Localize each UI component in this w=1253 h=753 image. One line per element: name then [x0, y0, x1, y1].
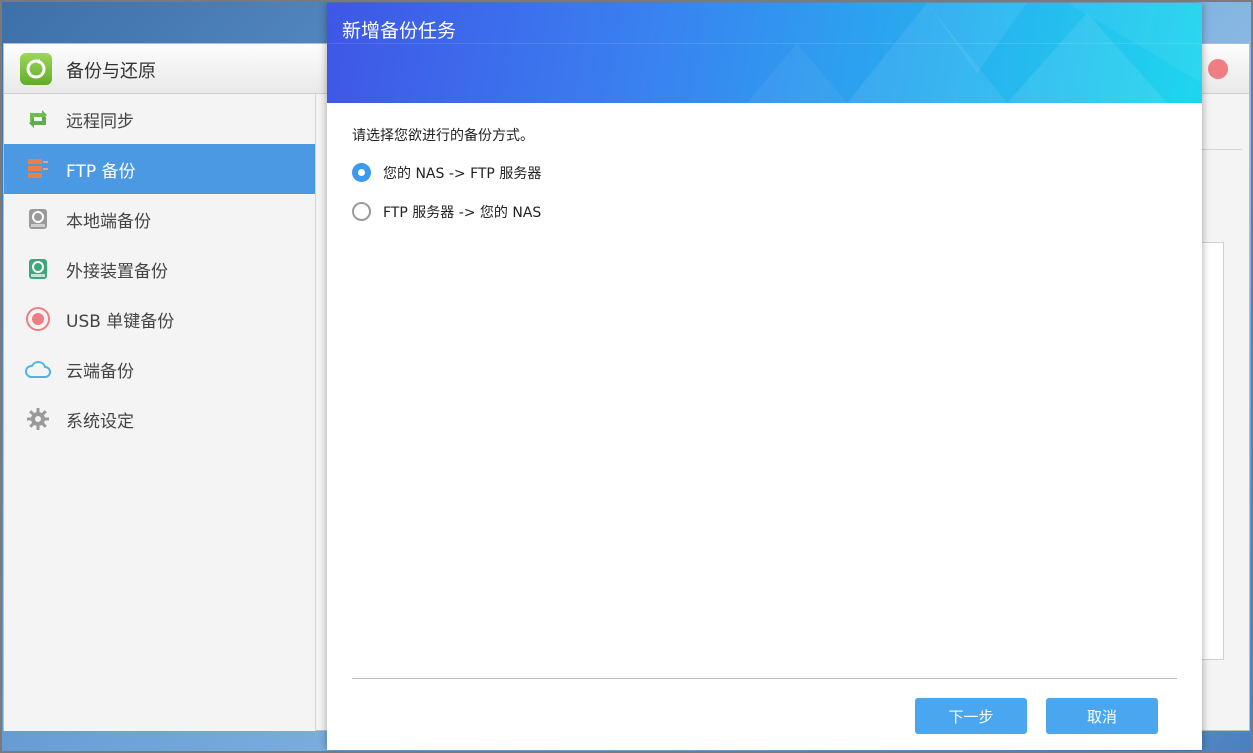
cancel-button[interactable]: 取消	[1046, 698, 1158, 734]
next-button[interactable]: 下一步	[915, 698, 1027, 734]
gear-icon	[24, 405, 52, 433]
window-close-button[interactable]	[1208, 59, 1228, 79]
option-label: 您的 NAS -> FTP 服务器	[383, 165, 542, 182]
usb-button-icon	[24, 305, 52, 333]
backup-method-prompt: 请选择您欲进行的备份方式。	[352, 128, 534, 144]
new-backup-task-dialog: 新增备份任务 请选择您欲进行的备份方式。 您的 NAS -> FTP 服务器 F…	[327, 3, 1202, 750]
dialog-header: 新增备份任务	[327, 3, 1202, 103]
sidebar-item-label: 外接装置备份	[66, 261, 168, 282]
sidebar-item-label: USB 单键备份	[66, 311, 175, 332]
app-title: 备份与还原	[66, 61, 156, 82]
dialog-title: 新增备份任务	[342, 20, 457, 42]
sidebar-item-label: 远程同步	[66, 111, 134, 132]
radio-nas-to-ftp[interactable]	[352, 163, 371, 182]
option-nas-to-ftp[interactable]: 您的 NAS -> FTP 服务器	[352, 162, 1177, 183]
sidebar-item-ftp-backup[interactable]: FTP 备份	[4, 144, 315, 194]
sidebar-item-label: 系统设定	[66, 411, 134, 432]
footer-divider	[352, 678, 1177, 679]
sidebar-item-label: 云端备份	[66, 361, 134, 382]
ftp-server-icon	[24, 155, 52, 183]
sidebar: 远程同步 FTP 备份 本地端备份 外接装置备份 USB 单键备份 云端备份 系…	[4, 94, 316, 731]
sidebar-item-system-settings[interactable]: 系统设定	[4, 394, 315, 444]
sidebar-item-remote-sync[interactable]: 远程同步	[4, 94, 315, 144]
option-ftp-to-nas[interactable]: FTP 服务器 -> 您的 NAS	[352, 201, 1177, 222]
cloud-icon	[24, 355, 52, 383]
sidebar-item-cloud-backup[interactable]: 云端备份	[4, 344, 315, 394]
divider	[1197, 149, 1242, 150]
sidebar-item-usb-backup[interactable]: USB 单键备份	[4, 294, 315, 344]
local-disk-icon	[24, 205, 52, 233]
external-disk-icon	[24, 255, 52, 283]
sidebar-item-label: FTP 备份	[66, 161, 136, 182]
sidebar-item-external-backup[interactable]: 外接装置备份	[4, 244, 315, 294]
backup-app-logo-icon	[20, 53, 52, 85]
header-decoration	[327, 3, 1202, 103]
dialog-body: 请选择您欲进行的备份方式。 您的 NAS -> FTP 服务器 FTP 服务器 …	[352, 125, 1177, 222]
sidebar-item-label: 本地端备份	[66, 211, 151, 232]
sync-icon	[24, 105, 52, 133]
option-label: FTP 服务器 -> 您的 NAS	[383, 204, 542, 221]
radio-ftp-to-nas[interactable]	[352, 202, 371, 221]
sidebar-item-local-backup[interactable]: 本地端备份	[4, 194, 315, 244]
